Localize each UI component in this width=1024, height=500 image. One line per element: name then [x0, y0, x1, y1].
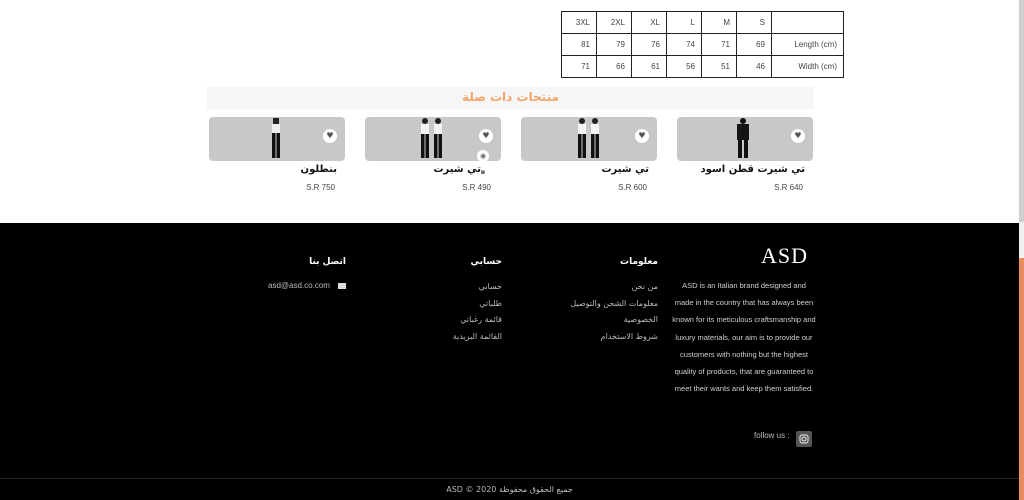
table-cell: 69	[736, 33, 772, 56]
product-name[interactable]: تي شيرت قطن اسود	[701, 164, 805, 175]
product-image[interactable]: ♥	[209, 117, 345, 161]
product-name[interactable]: تي شيرت	[601, 164, 649, 175]
size-header-cell: 3XL	[561, 11, 597, 34]
table-cell: 79	[596, 33, 632, 56]
product-card[interactable]: ♥ تي شيرت S.R 600	[521, 117, 657, 192]
footer-account-title: حسابي	[470, 257, 502, 267]
row-label: Width (cm)	[771, 55, 844, 78]
footer-link[interactable]: معلومات الشحن والتوصيل	[570, 296, 658, 313]
footer-link[interactable]: شروط الاستخدام	[570, 329, 658, 346]
product-figure	[421, 118, 442, 158]
footer-link[interactable]: طلباتي	[453, 296, 502, 313]
instagram-icon[interactable]	[796, 431, 812, 447]
product-card[interactable]: ♥ تي شيرت قطن اسود S.R 640	[677, 117, 813, 192]
size-header-cell: L	[666, 11, 702, 34]
product-price: S.R 490	[462, 183, 491, 192]
table-cell: 61	[631, 55, 667, 78]
footer-link[interactable]: القائمة البريدية	[453, 329, 502, 346]
footer-link[interactable]: الخصوصية	[570, 312, 658, 329]
product-figure	[578, 118, 599, 158]
size-header-cell	[771, 11, 844, 34]
footer-divider	[0, 478, 1019, 479]
table-cell: 51	[701, 55, 737, 78]
product-card[interactable]: ♥ بنطلون S.R 750	[209, 117, 345, 192]
eye-icon[interactable]: ◉	[477, 150, 489, 162]
mail-icon	[338, 283, 346, 289]
row-label: Length (cm)	[771, 33, 844, 56]
product-image[interactable]: ♥	[677, 117, 813, 161]
heart-icon[interactable]: ♥	[635, 129, 649, 143]
brand-logo[interactable]: ASD	[761, 243, 808, 269]
table-cell: 56	[666, 55, 702, 78]
follow-label: follow us :	[754, 431, 790, 440]
brand-description: ASD is an Italian brand designed and mad…	[672, 281, 816, 394]
product-image[interactable]: ♥	[521, 117, 657, 161]
copyright-text: جميع الحقوق محفوظة 2020 © ASD	[446, 485, 573, 494]
scroll-indicator	[1019, 258, 1024, 500]
footer-account-list: حسابي طلباتي قائمة رغباتي القائمة البريد…	[453, 279, 502, 345]
table-cell: 66	[596, 55, 632, 78]
table-cell: 71	[561, 55, 597, 78]
footer-info-title: معلومات	[620, 257, 658, 267]
site-footer: ASD ASD is an Italian brand designed and…	[0, 223, 1019, 500]
size-table-header: 3XL 2XL XL L M S	[561, 11, 844, 34]
product-card[interactable]: ♥ ◉ ▪ تي شيرت S.R 490	[365, 117, 501, 192]
related-products-header: منتجات ذات صلة	[207, 87, 814, 109]
table-cell: 74	[666, 33, 702, 56]
table-cell: 71	[701, 33, 737, 56]
product-price: S.R 750	[306, 183, 335, 192]
size-header-cell: XL	[631, 11, 667, 34]
size-header-cell: M	[701, 11, 737, 34]
footer-info-list: من نحن معلومات الشحن والتوصيل الخصوصية ش…	[570, 279, 658, 345]
footer-link[interactable]: حسابي	[453, 279, 502, 296]
table-cell: 46	[736, 55, 772, 78]
related-products-title: منتجات ذات صلة	[462, 90, 559, 104]
product-figure	[737, 118, 749, 158]
contact-email[interactable]: asd@asd.co.com	[268, 281, 330, 290]
product-name[interactable]: بنطلون	[301, 164, 337, 175]
footer-link[interactable]: من نحن	[570, 279, 658, 296]
instagram-glyph	[799, 434, 809, 444]
size-table: 3XL 2XL XL L M S 81 79 76 74 71 69 Lengt…	[561, 11, 844, 78]
scrollbar-thumb[interactable]	[1019, 0, 1024, 222]
product-price: S.R 600	[618, 183, 647, 192]
heart-icon[interactable]: ♥	[323, 129, 337, 143]
table-cell: 76	[631, 33, 667, 56]
table-row: 71 66 61 56 51 46 Width (cm)	[561, 55, 844, 78]
heart-icon[interactable]: ♥	[479, 129, 493, 143]
size-header-cell: S	[736, 11, 772, 34]
product-price: S.R 640	[774, 183, 803, 192]
table-row: 81 79 76 74 71 69 Length (cm)	[561, 33, 844, 56]
product-name[interactable]: تي شيرت	[433, 164, 481, 175]
product-figure	[272, 118, 280, 158]
table-cell: 81	[561, 33, 597, 56]
heart-icon[interactable]: ♥	[791, 129, 805, 143]
footer-contact-title: اتصل بنا	[309, 257, 346, 267]
footer-link[interactable]: قائمة رغباتي	[453, 312, 502, 329]
size-header-cell: 2XL	[596, 11, 632, 34]
